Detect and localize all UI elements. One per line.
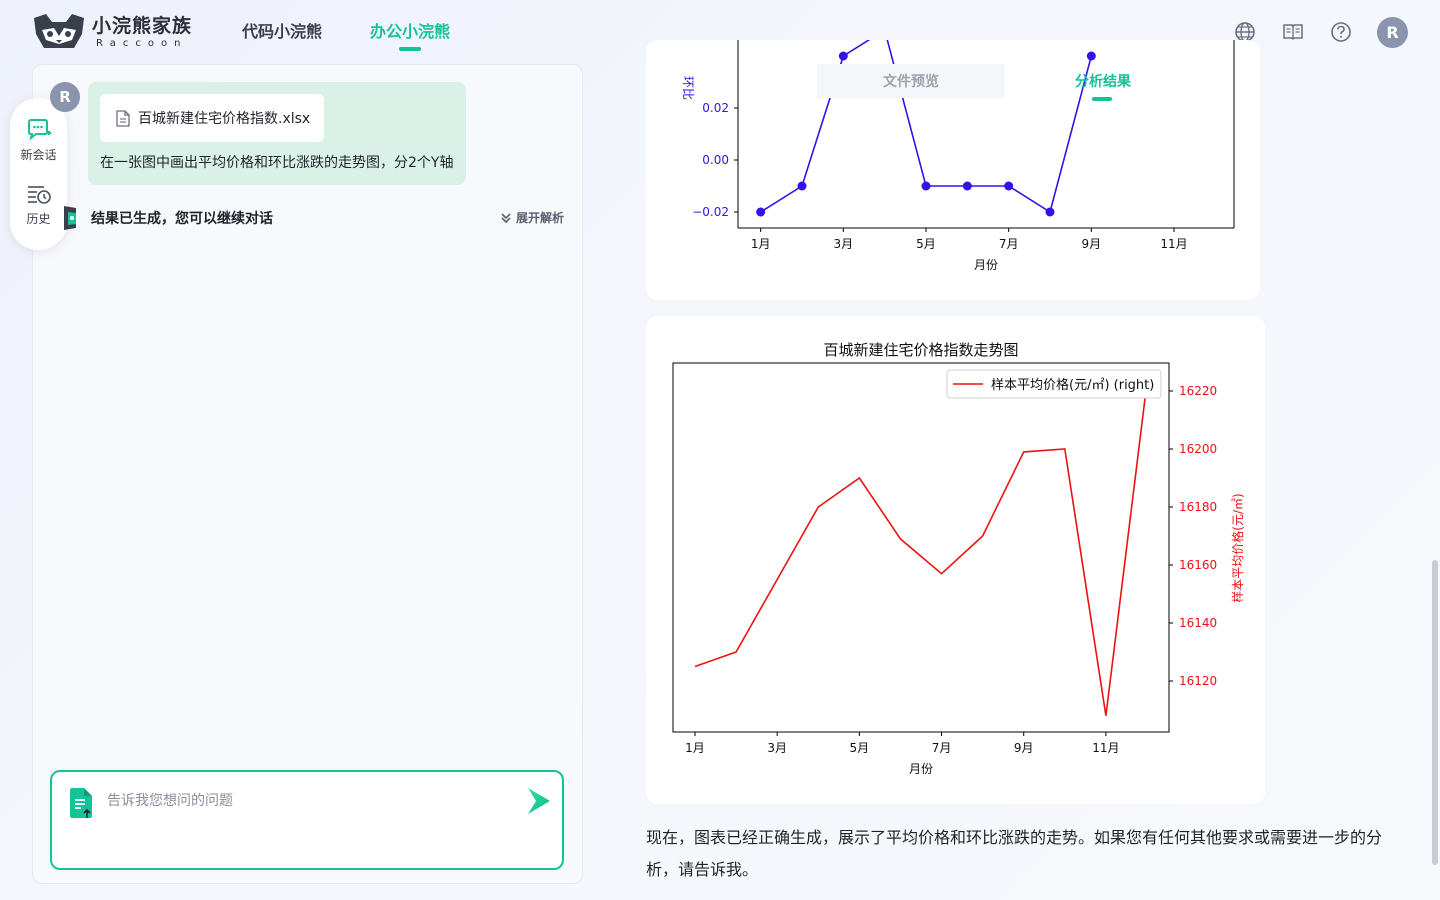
user-message-text: 在一张图中画出平均价格和环比涨跌的走势图，分2个Y轴	[100, 155, 454, 171]
chat-input-box	[50, 770, 564, 870]
analysis-summary-text: 现在，图表已经正确生成，展示了平均价格和环比涨跌的走势。如果您有任何其他要求或需…	[646, 828, 1383, 879]
history-icon	[27, 186, 51, 204]
chart-legend: 样本平均价格(元/㎡) (right)	[946, 369, 1162, 399]
avg-price-chart: 百城新建住宅价格指数走势图 16220 16200 16180 16160 16140 16…	[662, 330, 1249, 790]
y-tick-label: −0.02	[692, 205, 729, 219]
attached-file-name: 百城新建住宅价格指数.xlsx	[138, 111, 311, 127]
y-tick-label: 16140	[1179, 616, 1217, 630]
y-tick-label: 16220	[1179, 384, 1217, 398]
attached-file[interactable]: 百城新建住宅价格指数.xlsx	[100, 94, 324, 142]
x-tick-label: 5月	[850, 741, 870, 755]
x-tick-label: 11月	[1160, 237, 1187, 251]
page-scrollbar[interactable]	[1432, 560, 1438, 865]
chat-panel	[32, 64, 583, 884]
x-axis-title: 月份	[974, 258, 998, 272]
raccoon-logo-icon	[34, 14, 84, 48]
tab-analysis-result[interactable]: 分析结果	[1009, 64, 1197, 98]
new-chat-button[interactable]: 新会话	[10, 118, 67, 163]
x-tick-label: 5月	[916, 237, 936, 251]
y-tick-label: 16200	[1179, 442, 1217, 456]
result-tab-indicator	[1092, 97, 1112, 101]
y-tick-label: 0.02	[702, 101, 729, 115]
chart-title: 百城新建住宅价格指数走势图	[823, 341, 1018, 359]
x-tick-label: 7月	[999, 237, 1019, 251]
y-axis-title: 环比	[681, 76, 695, 100]
data-point	[756, 207, 766, 217]
x-tick-label: 3月	[834, 237, 854, 251]
help-icon[interactable]	[1329, 20, 1353, 44]
book-icon[interactable]	[1281, 20, 1305, 44]
x-tick-label: 9月	[1082, 237, 1102, 251]
y-axis-title: 样本平均价格(元/㎡)	[1230, 493, 1245, 602]
x-tick-label: 9月	[1014, 741, 1034, 755]
question-input[interactable]	[107, 790, 507, 850]
brand-logo[interactable]: 小浣熊家族 Raccoon	[30, 12, 192, 52]
data-point	[797, 181, 807, 191]
active-tab-indicator	[399, 47, 421, 51]
x-tick-label: 7月	[932, 741, 952, 755]
side-toolbar: 新会话 历史	[10, 98, 67, 250]
data-point	[1004, 181, 1014, 191]
history-label: 历史	[26, 212, 51, 226]
nav-tab-office-raccoon[interactable]: 办公小浣熊	[370, 20, 450, 44]
upload-file-icon[interactable]	[68, 788, 94, 820]
double-chevron-down-icon	[501, 212, 511, 223]
data-point	[921, 181, 931, 191]
x-tick-label: 11月	[1092, 741, 1119, 755]
new-chat-label: 新会话	[20, 148, 57, 162]
x-tick-label: 1月	[685, 741, 705, 755]
bot-avatar-icon	[64, 206, 76, 230]
bot-status-text: 结果已生成，您可以继续对话	[91, 211, 273, 227]
y-tick-label: 0.00	[702, 153, 729, 167]
data-point	[1045, 207, 1055, 217]
brand-name-en: Raccoon	[96, 38, 188, 49]
expand-analysis-label: 展开解析	[516, 211, 565, 225]
brand-name: 小浣熊家族	[92, 15, 193, 37]
user-message-bubble: 百城新建住宅价格指数.xlsx 在一张图中画出平均价格和环比涨跌的走势图，分2个…	[88, 82, 466, 185]
user-avatar[interactable]: R	[1377, 17, 1408, 48]
result-tabs: 文件预览 分析结果	[817, 64, 1137, 101]
send-icon[interactable]	[524, 786, 552, 816]
data-point	[1086, 51, 1096, 61]
new-chat-icon	[27, 119, 51, 141]
x-tick-label: 3月	[767, 741, 787, 755]
y-tick-label: 16120	[1179, 674, 1217, 688]
tab-file-preview[interactable]: 文件预览	[817, 64, 1005, 98]
file-icon	[116, 109, 130, 127]
x-tick-label: 1月	[751, 237, 771, 251]
data-point	[838, 51, 848, 61]
x-axis-title: 月份	[909, 762, 933, 776]
legend-label: 样本平均价格(元/㎡) (right)	[991, 377, 1154, 393]
message-user-avatar: R	[50, 82, 80, 112]
data-point	[962, 181, 972, 191]
chart-card-avg-price: 百城新建住宅价格指数走势图 16220 16200 16180 16160 16140 16…	[646, 316, 1265, 804]
nav-tab-code-raccoon[interactable]: 代码小浣熊	[242, 20, 322, 44]
history-button[interactable]: 历史	[10, 184, 67, 227]
y-tick-label: 16160	[1179, 558, 1217, 572]
expand-analysis-button[interactable]: 展开解析	[500, 209, 564, 226]
y-tick-label: 16180	[1179, 500, 1217, 514]
